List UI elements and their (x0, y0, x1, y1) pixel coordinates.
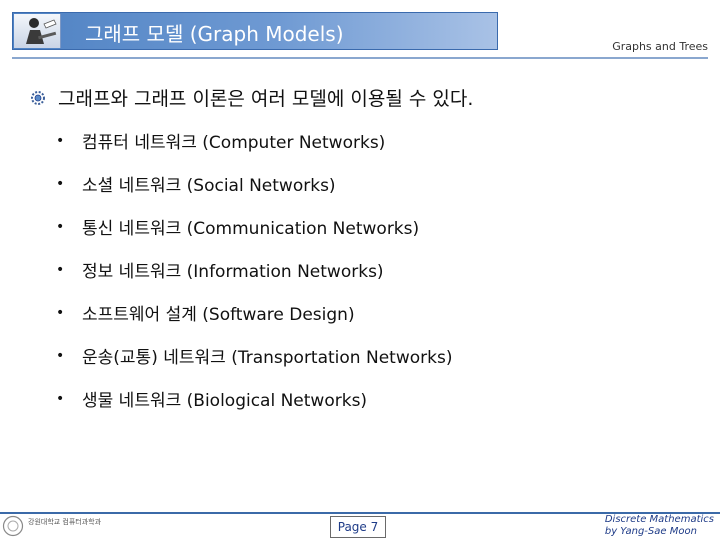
bullet: • (56, 347, 65, 364)
list-item: • 컴퓨터 네트워크 (Computer Networks) (56, 128, 386, 154)
course-credit: Discrete Mathematics by Yang-Sae Moon (605, 514, 714, 538)
list-item-text: 통신 네트워크 (Communication Networks) (82, 219, 420, 239)
university-logo: 강원대학교 컴퓨터과학과 (2, 515, 101, 538)
list-item-text: 소셜 네트워크 (Social Networks) (82, 176, 336, 196)
main-point: 그래프와 그래프 이론은 여러 모델에 이용될 수 있다. (30, 84, 473, 111)
main-point-text: 그래프와 그래프 이론은 여러 모델에 이용될 수 있다. (58, 88, 474, 110)
list-item-text: 컴퓨터 네트워크 (Computer Networks) (82, 133, 386, 153)
slide-title-bar: 그래프 모델 (Graph Models) (12, 12, 498, 50)
list-item-text: 생물 네트워크 (Biological Networks) (82, 391, 368, 411)
course-title: Discrete Mathematics (604, 514, 714, 525)
list-item: • 생물 네트워크 (Biological Networks) (56, 386, 368, 412)
slide-title: 그래프 모델 (Graph Models) (85, 22, 344, 46)
person-at-desk-icon (14, 14, 61, 48)
list-item-text: 소프트웨어 설계 (Software Design) (82, 305, 355, 325)
bullet: • (56, 218, 65, 235)
page-number: Page 7 (330, 516, 386, 538)
list-item: • 소셜 네트워크 (Social Networks) (56, 171, 336, 197)
list-item: • 정보 네트워크 (Information Networks) (56, 257, 384, 283)
bullet: • (56, 175, 65, 192)
bullet: • (56, 390, 65, 407)
course-author: by Yang-Sae Moon (604, 526, 697, 537)
bullet: • (56, 304, 65, 321)
list-item-text: 운송(교통) 네트워크 (Transportation Networks) (82, 348, 453, 368)
gear-bullet-icon (31, 90, 45, 105)
list-item: • 통신 네트워크 (Communication Networks) (56, 214, 420, 240)
bullet: • (56, 132, 65, 149)
list-item: • 소프트웨어 설계 (Software Design) (56, 300, 355, 326)
section-label: Graphs and Trees (612, 40, 708, 53)
list-item: • 운송(교통) 네트워크 (Transportation Networks) (56, 343, 453, 369)
university-logo-text: 강원대학교 컴퓨터과학과 (28, 518, 102, 526)
list-item-text: 정보 네트워크 (Information Networks) (82, 262, 384, 282)
header-divider (12, 57, 708, 59)
university-seal-icon (2, 515, 24, 537)
bullet: • (56, 261, 65, 278)
